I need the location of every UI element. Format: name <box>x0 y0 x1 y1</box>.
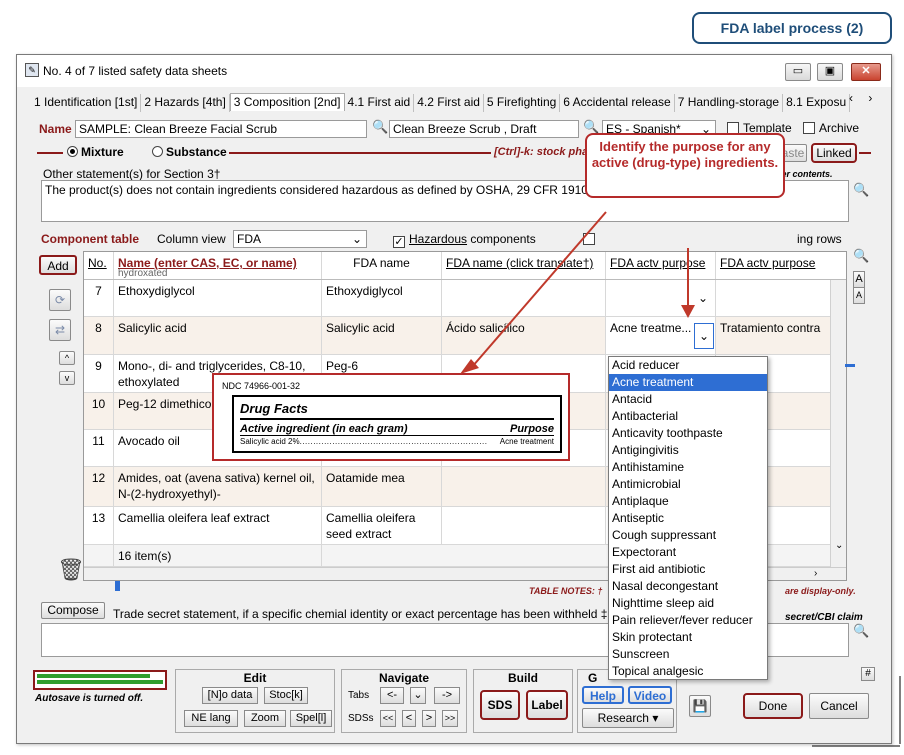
annotation-arrows <box>460 211 901 747</box>
arrow-head-down <box>681 305 695 318</box>
arrow-to-drug-facts <box>471 211 607 368</box>
